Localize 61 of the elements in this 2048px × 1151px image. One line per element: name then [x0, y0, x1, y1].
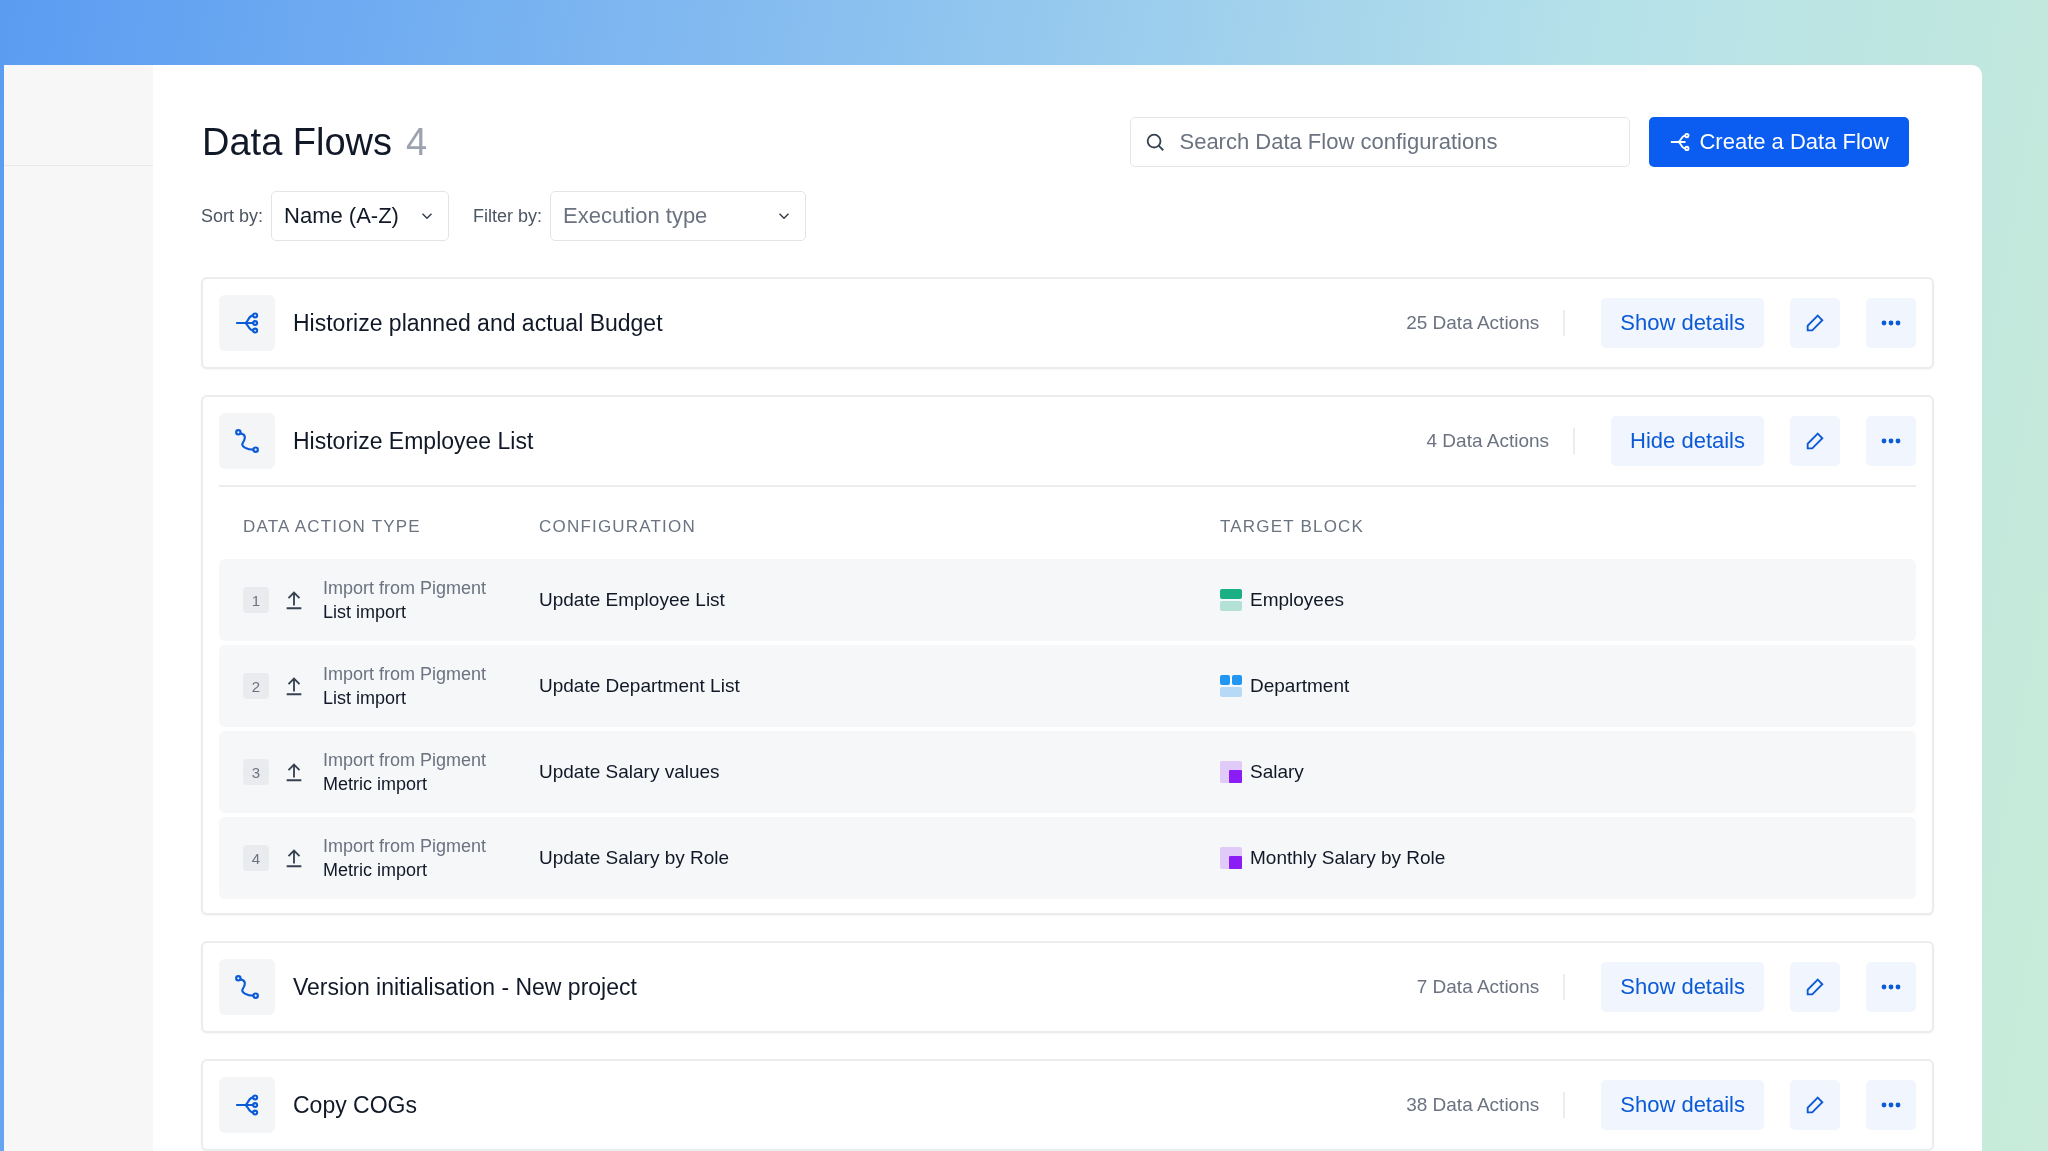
create-data-flow-button[interactable]: Create a Data Flow	[1649, 117, 1909, 167]
flow-name: Copy COGs	[293, 1091, 418, 1119]
ellipsis-icon	[1881, 438, 1901, 444]
sort-label: Sort by:	[201, 205, 264, 227]
column-header: CONFIGURATION	[539, 517, 697, 537]
data-actions-count: 38 Data Actions	[1406, 1092, 1566, 1118]
edit-button[interactable]	[1790, 962, 1840, 1012]
filter-dropdown[interactable]: Execution type	[550, 191, 807, 241]
pencil-icon	[1804, 312, 1826, 334]
action-type: List import	[323, 687, 408, 709]
page-title: Data Flows	[202, 120, 393, 164]
step-number: 2	[243, 673, 269, 699]
edit-button[interactable]	[1790, 416, 1840, 466]
step-number: 4	[243, 845, 269, 871]
details-toggle-button[interactable]: Show details	[1601, 1080, 1764, 1130]
ellipsis-icon	[1881, 984, 1901, 990]
route-icon	[234, 428, 260, 454]
action-source: Import from Pigment	[323, 577, 487, 599]
search-field[interactable]: Search Data Flow configurations	[1130, 117, 1631, 167]
route-icon	[234, 974, 260, 1000]
action-type: Metric import	[323, 773, 428, 795]
pencil-icon	[1804, 976, 1826, 998]
flow-name: Version initialisation - New project	[293, 973, 638, 1001]
data-actions-count: 7 Data Actions	[1416, 974, 1566, 1000]
filter-label: Filter by:	[473, 205, 543, 227]
data-actions-count: 25 Data Actions	[1406, 310, 1566, 336]
step-number: 3	[243, 759, 269, 785]
details-toggle-button[interactable]: Hide details	[1611, 416, 1764, 466]
edit-button[interactable]	[1790, 1080, 1840, 1130]
configuration-cell-text: Update Department List	[539, 675, 741, 697]
configuration-cell-text: Update Salary values	[539, 761, 721, 783]
action-type: List import	[323, 601, 408, 623]
edit-button[interactable]	[1790, 298, 1840, 348]
pencil-icon	[1804, 430, 1826, 452]
ellipsis-icon	[1881, 320, 1901, 326]
flow-count: 4	[406, 120, 428, 164]
pencil-icon	[1804, 1094, 1826, 1116]
action-source: Import from Pigment	[323, 749, 487, 771]
configuration-cell-text: Update Salary by Role	[539, 847, 731, 869]
target-block-name: Department	[1250, 675, 1350, 697]
action-source: Import from Pigment	[323, 663, 487, 685]
flow-name: Historize planned and actual Budget	[293, 309, 664, 337]
flow-name: Historize Employee List	[293, 427, 535, 455]
action-source: Import from Pigment	[323, 835, 487, 857]
search-icon	[1144, 131, 1167, 153]
branch-icon	[234, 1092, 260, 1118]
configuration-cell-text: Update Employee List	[539, 589, 726, 611]
details-toggle-button[interactable]: Show details	[1601, 298, 1764, 348]
data-actions-count: 4 Data Actions	[1426, 428, 1576, 454]
sort-dropdown[interactable]: Name (A-Z)	[271, 191, 450, 241]
target-block-name: Employees	[1250, 589, 1344, 611]
details-toggle-button[interactable]: Show details	[1601, 962, 1764, 1012]
action-type: Metric import	[323, 859, 428, 881]
step-number: 1	[243, 587, 269, 613]
ellipsis-icon	[1881, 1102, 1901, 1108]
column-header: TARGET BLOCK	[1220, 517, 1366, 537]
target-block-name: Salary	[1250, 761, 1304, 783]
branch-icon	[1669, 131, 1692, 153]
column-header: DATA ACTION TYPE	[242, 517, 422, 537]
branch-icon	[234, 310, 260, 336]
target-block-name: Monthly Salary by Role	[1250, 847, 1446, 869]
